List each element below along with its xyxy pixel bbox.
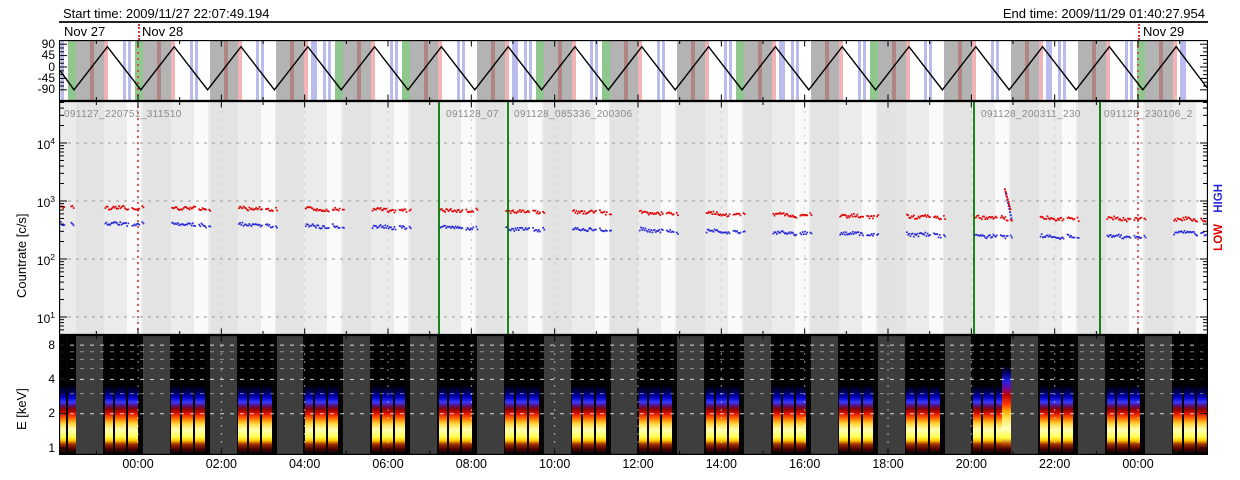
observation-id: 091128_07 xyxy=(446,109,499,120)
energy-ytick-label: 8 xyxy=(48,337,55,352)
date-label-nov27: Nov 27 xyxy=(64,24,106,39)
energy-ytick-label: 1 xyxy=(48,440,55,455)
xtick-label: 16:00 xyxy=(789,457,821,471)
xtick-label: 04:00 xyxy=(289,457,321,471)
observation-id: 091128_200311_230 xyxy=(981,109,1081,120)
countrate-ytick-label: 103 xyxy=(36,194,55,210)
xtick-label: 02:00 xyxy=(205,457,237,471)
xtick-label: 10:00 xyxy=(539,457,571,471)
plot-overlay xyxy=(59,40,1208,455)
observation-id: 091128_085336_200306 xyxy=(514,109,633,120)
xtick-label: 00:00 xyxy=(1122,457,1154,471)
observing-summary-plot: { "header": { "start": "Start time: 2009… xyxy=(0,0,1240,480)
legend-high: HIGH xyxy=(1213,184,1225,213)
top-ytick-label: -90 xyxy=(37,82,55,97)
energy-ytick-label: 2 xyxy=(48,406,55,421)
start-time-label: Start time: 2009/11/27 22:07:49.194 xyxy=(63,6,270,21)
observation-id: 091128_230106_2 xyxy=(1104,109,1193,120)
xtick-label: 08:00 xyxy=(455,457,487,471)
legend-low: LOW xyxy=(1213,224,1225,251)
date-label-nov29: Nov 29 xyxy=(1143,24,1185,39)
xtick-label: 18:00 xyxy=(872,457,904,471)
countrate-axis-title: Countrate [c/s] xyxy=(14,213,29,298)
xtick-label: 00:00 xyxy=(122,457,154,471)
end-time-label: End time: 2009/11/29 01:40:27.954 xyxy=(1002,6,1205,21)
countrate-ytick-label: 101 xyxy=(36,310,55,326)
midnight-dotted-line xyxy=(138,24,140,40)
header-rule xyxy=(59,21,1208,23)
xtick-label: 06:00 xyxy=(372,457,404,471)
observation-id: 091127_220751_311510 xyxy=(64,109,182,120)
countrate-ytick-label: 102 xyxy=(36,252,55,268)
date-label-nov28: Nov 28 xyxy=(142,24,184,39)
xtick-label: 14:00 xyxy=(705,457,737,471)
energy-ytick-label: 4 xyxy=(48,371,55,386)
xtick-label: 12:00 xyxy=(622,457,654,471)
xtick-label: 22:00 xyxy=(1039,457,1071,471)
xtick-label: 20:00 xyxy=(955,457,987,471)
midnight-dotted-line xyxy=(1138,24,1140,40)
countrate-ytick-label: 104 xyxy=(36,136,55,152)
